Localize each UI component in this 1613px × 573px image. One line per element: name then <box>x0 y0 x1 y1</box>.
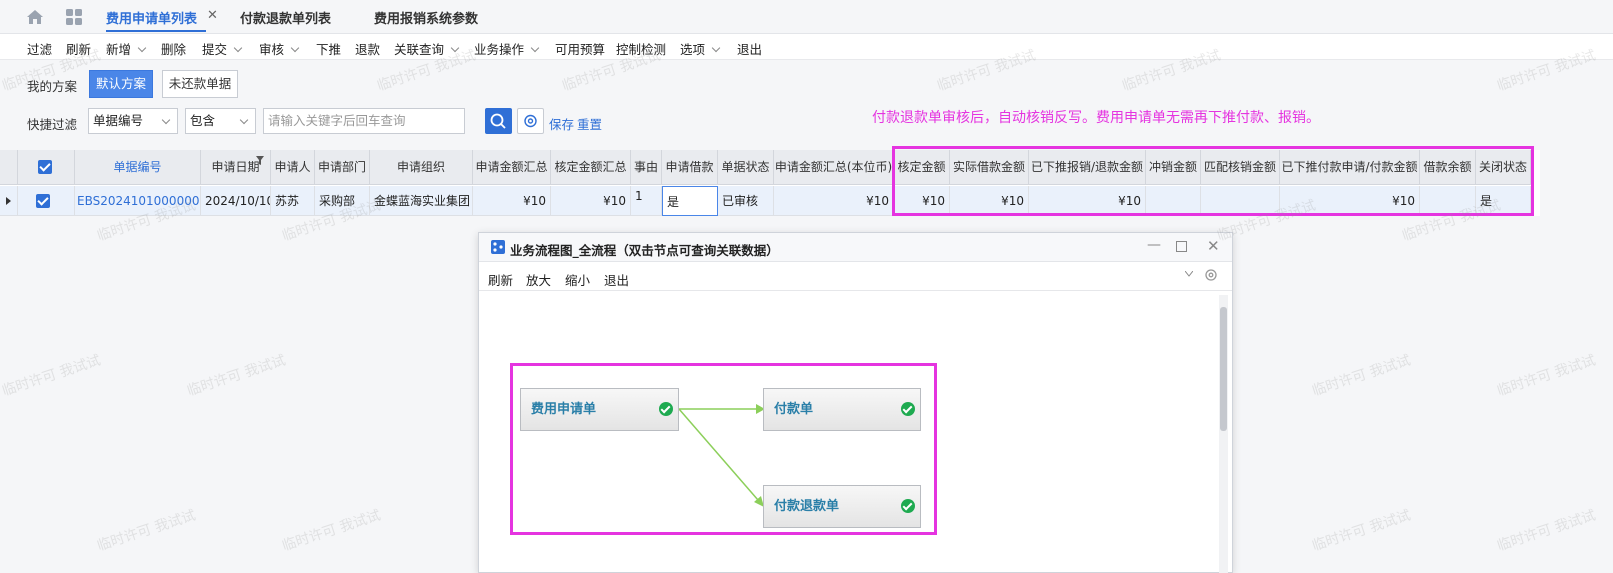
apply-total-base-cell: ¥10 <box>774 186 894 216</box>
watermark: 临时许可 我试试 <box>1310 352 1413 400</box>
col-header[interactable]: 申请人 <box>271 150 315 185</box>
org-cell: 金蝶蓝海实业集团 <box>370 186 473 216</box>
col-header[interactable]: 申请部门 <box>315 150 370 185</box>
chevron-down-icon <box>450 43 460 53</box>
default-scheme-button[interactable]: 默认方案 <box>89 70 153 98</box>
close-icon[interactable]: ✕ <box>207 8 218 23</box>
flow-scrollbar-track[interactable] <box>1219 295 1228 573</box>
options-button[interactable]: 选项 <box>680 39 721 58</box>
col-header[interactable]: 单据编号 <box>75 150 201 185</box>
chevron-down-icon <box>530 43 540 53</box>
search-input[interactable]: 请输入关键字后回车查询 <box>263 108 465 134</box>
apply-total-cell: ¥10 <box>473 186 551 216</box>
control-check-button[interactable]: 控制检测 <box>616 39 666 58</box>
audit-button[interactable]: 审核 <box>259 39 300 58</box>
bill-no-link[interactable]: EBS20241010000001 <box>75 186 201 216</box>
col-header[interactable]: 事由 <box>631 150 662 185</box>
chevron-down-icon <box>711 43 721 53</box>
row-select-cell[interactable] <box>18 186 75 216</box>
filter-operator-select[interactable]: 包含 <box>185 108 256 134</box>
business-ops-label: 业务操作 <box>474 42 525 57</box>
col-header[interactable]: 申请组织 <box>370 150 473 185</box>
quick-filter-label: 快捷过滤 <box>27 117 78 132</box>
delete-button[interactable]: 删除 <box>161 39 186 58</box>
caret-right-icon <box>6 197 11 205</box>
exit-button[interactable]: 退出 <box>737 39 762 58</box>
col-header[interactable]: 申请日期 <box>201 150 271 185</box>
reset-filter-link[interactable]: 重置 <box>577 114 602 133</box>
audit-label: 审核 <box>259 42 285 57</box>
select-all-checkbox[interactable] <box>38 160 52 174</box>
tab-expense-params[interactable]: 费用报销系统参数 <box>374 8 478 27</box>
filter-field-select[interactable]: 单据编号 <box>88 108 178 134</box>
submit-button[interactable]: 提交 <box>202 39 243 58</box>
apps-grid-icon[interactable] <box>66 9 82 25</box>
highlight-box-columns <box>892 146 1534 216</box>
refund-button[interactable]: 退款 <box>355 39 380 58</box>
col-header-label: 申请日期 <box>211 160 260 174</box>
search-icon <box>490 113 506 129</box>
add-button[interactable]: 新增 <box>106 39 147 58</box>
borrow-cell[interactable]: 是 <box>662 186 718 216</box>
tab-bar: 费用申请单列表 ✕ 付款退款单列表 费用报销系统参数 <box>0 0 1613 34</box>
refresh-button[interactable]: 刷新 <box>66 39 91 58</box>
watermark: 临时许可 我试试 <box>1495 507 1598 555</box>
submit-label: 提交 <box>202 42 228 57</box>
col-header[interactable]: 申请借款 <box>662 150 718 185</box>
filter-operator-value: 包含 <box>190 113 216 128</box>
filter-field-value: 单据编号 <box>93 113 144 128</box>
chevron-down-icon <box>239 115 249 125</box>
unrepaid-scheme-button[interactable]: 未还款单据 <box>162 70 238 98</box>
chevron-down-icon <box>290 43 300 53</box>
row-indicator <box>0 186 18 216</box>
col-header[interactable]: 申请金额汇总(本位币) <box>774 150 894 185</box>
date-cell: 2024/10/10 <box>201 186 271 216</box>
flow-chart-window: 业务流程图_全流程（双击节点可查询关联数据） — ✕ 刷新 放大 缩小 退出 费… <box>478 232 1233 573</box>
watermark: 临时许可 我试试 <box>95 507 198 555</box>
filter-settings-button[interactable] <box>517 108 544 134</box>
push-down-button[interactable]: 下推 <box>316 39 341 58</box>
watermark: 临时许可 我试试 <box>0 352 103 400</box>
col-header[interactable]: 申请金额汇总 <box>473 150 551 185</box>
highlight-box-flow <box>510 363 937 535</box>
gear-icon <box>524 114 537 128</box>
add-label: 新增 <box>106 42 132 57</box>
available-budget-button[interactable]: 可用预算 <box>555 39 605 58</box>
row-checkbox[interactable] <box>36 194 50 208</box>
approved-total-cell: ¥10 <box>551 186 631 216</box>
business-ops-button[interactable]: 业务操作 <box>474 39 540 58</box>
select-all-header[interactable] <box>18 150 75 185</box>
scheme-label: 我的方案 <box>27 79 78 94</box>
home-icon[interactable] <box>26 9 44 25</box>
watermark: 临时许可 我试试 <box>185 352 288 400</box>
options-label: 选项 <box>680 42 706 57</box>
chevron-down-icon <box>137 43 147 53</box>
tab-expense-apply-list[interactable]: 费用申请单列表 <box>106 8 197 27</box>
save-filter-link[interactable]: 保存 <box>549 114 574 133</box>
row-indicator-header <box>0 150 18 185</box>
watermark: 临时许可 我试试 <box>1495 352 1598 400</box>
status-cell: 已审核 <box>718 186 774 216</box>
related-query-label: 关联查询 <box>394 42 445 57</box>
filter-button[interactable]: 过滤 <box>27 39 52 58</box>
filter-icon[interactable] <box>256 156 264 165</box>
tab-payment-refund-list[interactable]: 付款退款单列表 <box>240 8 331 27</box>
col-header[interactable]: 单据状态 <box>718 150 774 185</box>
search-button[interactable] <box>485 108 512 134</box>
flow-scrollbar-thumb[interactable] <box>1220 307 1227 431</box>
chevron-down-icon <box>233 43 243 53</box>
dept-cell: 采购部 <box>315 186 370 216</box>
watermark: 临时许可 我试试 <box>1310 507 1413 555</box>
toolbar: 过滤 刷新 新增 删除 提交 审核 下推 退款 关联查询 业务操作 可用预算 控… <box>0 34 1613 60</box>
annotation-note: 付款退款单审核后，自动核销反写。费用申请单无需再下推付款、报销。 <box>872 110 1320 126</box>
active-tab-indicator <box>106 30 206 32</box>
chevron-down-icon <box>161 115 171 125</box>
related-query-button[interactable]: 关联查询 <box>394 39 460 58</box>
reason-cell: 1 <box>631 186 662 216</box>
watermark: 临时许可 我试试 <box>280 507 383 555</box>
applicant-cell: 苏苏 <box>271 186 315 216</box>
col-header[interactable]: 核定金额汇总 <box>551 150 631 185</box>
